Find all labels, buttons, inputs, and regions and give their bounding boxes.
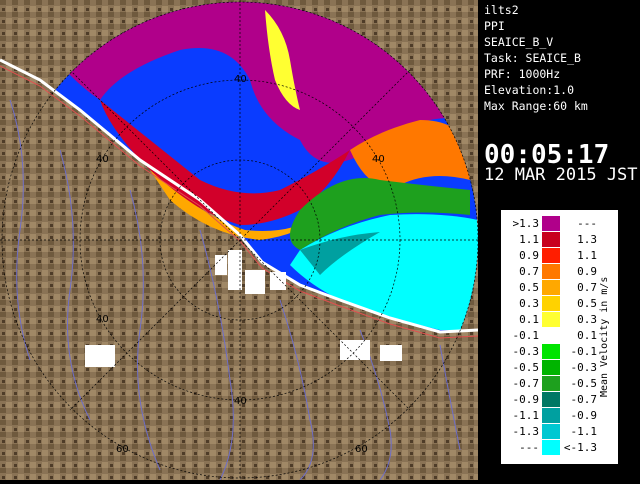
legend-upper-bound: -0.7: [570, 393, 598, 406]
range-label-southwest-60: 60: [116, 444, 129, 455]
radar-ppi-svg: 40 40 40 40 40 60 60: [0, 0, 479, 481]
legend-upper-bound: 0.9: [577, 265, 597, 278]
legend-swatch: [542, 264, 560, 279]
legend-lower-bound: -0.3: [512, 345, 540, 358]
range-label-south: 40: [234, 396, 247, 407]
legend-swatch: [542, 248, 560, 263]
prf-value: PRF: 1000Hz: [484, 67, 561, 81]
legend-lower-bound: -0.5: [512, 361, 540, 374]
legend-upper-bound: 0.1: [577, 329, 597, 342]
legend-lower-bound: 0.1: [519, 313, 539, 326]
scan-date: 12 MAR 2015 JST: [484, 165, 638, 185]
legend-upper-bound: 1.3: [577, 233, 597, 246]
legend-swatch: [542, 312, 560, 327]
legend-upper-bound: -0.9: [570, 409, 598, 422]
legend-lower-bound: 0.9: [519, 249, 539, 262]
legend-swatch: [542, 216, 560, 231]
legend-lower-bound: >1.3: [512, 217, 540, 230]
task-name: Task: SEAICE_B: [484, 51, 581, 65]
max-range-value: Max Range:60 km: [484, 99, 588, 113]
legend-swatch: [542, 424, 560, 439]
legend-title: Mean Velocity in m/s: [599, 276, 610, 398]
legend-swatch: [542, 376, 560, 391]
legend-lower-bound: 1.1: [519, 233, 539, 246]
range-label-southeast-60: 60: [355, 444, 368, 455]
legend-swatch: [542, 280, 560, 295]
legend-lower-bound: -0.9: [512, 393, 540, 406]
legend-lower-bound: -1.3: [512, 425, 540, 438]
range-label-northwest: 40: [96, 154, 109, 165]
legend-swatch: [542, 232, 560, 247]
legend-upper-bound: -0.3: [570, 361, 598, 374]
legend-upper-bound: 1.1: [577, 249, 597, 262]
legend-upper-bound: 0.7: [577, 281, 597, 294]
legend-lower-bound: 0.3: [519, 297, 539, 310]
product-name: SEAICE_B_V: [484, 35, 554, 49]
legend-swatch: [542, 296, 560, 311]
legend-upper-bound: -1.1: [570, 425, 598, 438]
legend-upper-bound: -0.1: [570, 345, 598, 358]
legend-lower-bound: -1.1: [512, 409, 540, 422]
radar-map[interactable]: 40 40 40 40 40 60 60: [0, 0, 479, 481]
legend-upper-bound: <-1.3: [563, 441, 597, 454]
range-label-northeast: 40: [372, 154, 385, 165]
legend-swatch: [542, 360, 560, 375]
legend-swatch: [542, 392, 560, 407]
legend-lower-bound: 0.5: [519, 281, 539, 294]
legend-lower-bound: 0.7: [519, 265, 539, 278]
legend-swatch: [542, 408, 560, 423]
range-label-west: 40: [96, 314, 109, 325]
legend-lower-bound: -0.1: [512, 329, 540, 342]
station-name: ilts2: [484, 3, 519, 17]
legend-swatch: [542, 328, 560, 343]
scan-type: PPI: [484, 19, 505, 33]
legend-upper-bound: ---: [577, 217, 597, 230]
legend-upper-bound: -0.5: [570, 377, 598, 390]
legend-swatch: [542, 344, 560, 359]
legend-lower-bound: -0.7: [512, 377, 540, 390]
range-label-north: 40: [234, 74, 247, 85]
velocity-legend: >1.3 --- 1.1 1.3 0.9 1.1 0.7 0.9 0.5 0.7 0.3 0.5 0.1…: [500, 209, 619, 465]
elevation-value: Elevation:1.0: [484, 83, 575, 97]
legend-upper-bound: 0.3: [577, 313, 597, 326]
legend-lower-bound: ---: [519, 441, 539, 454]
legend-swatch: [542, 440, 560, 455]
legend-upper-bound: 0.5: [577, 297, 597, 310]
